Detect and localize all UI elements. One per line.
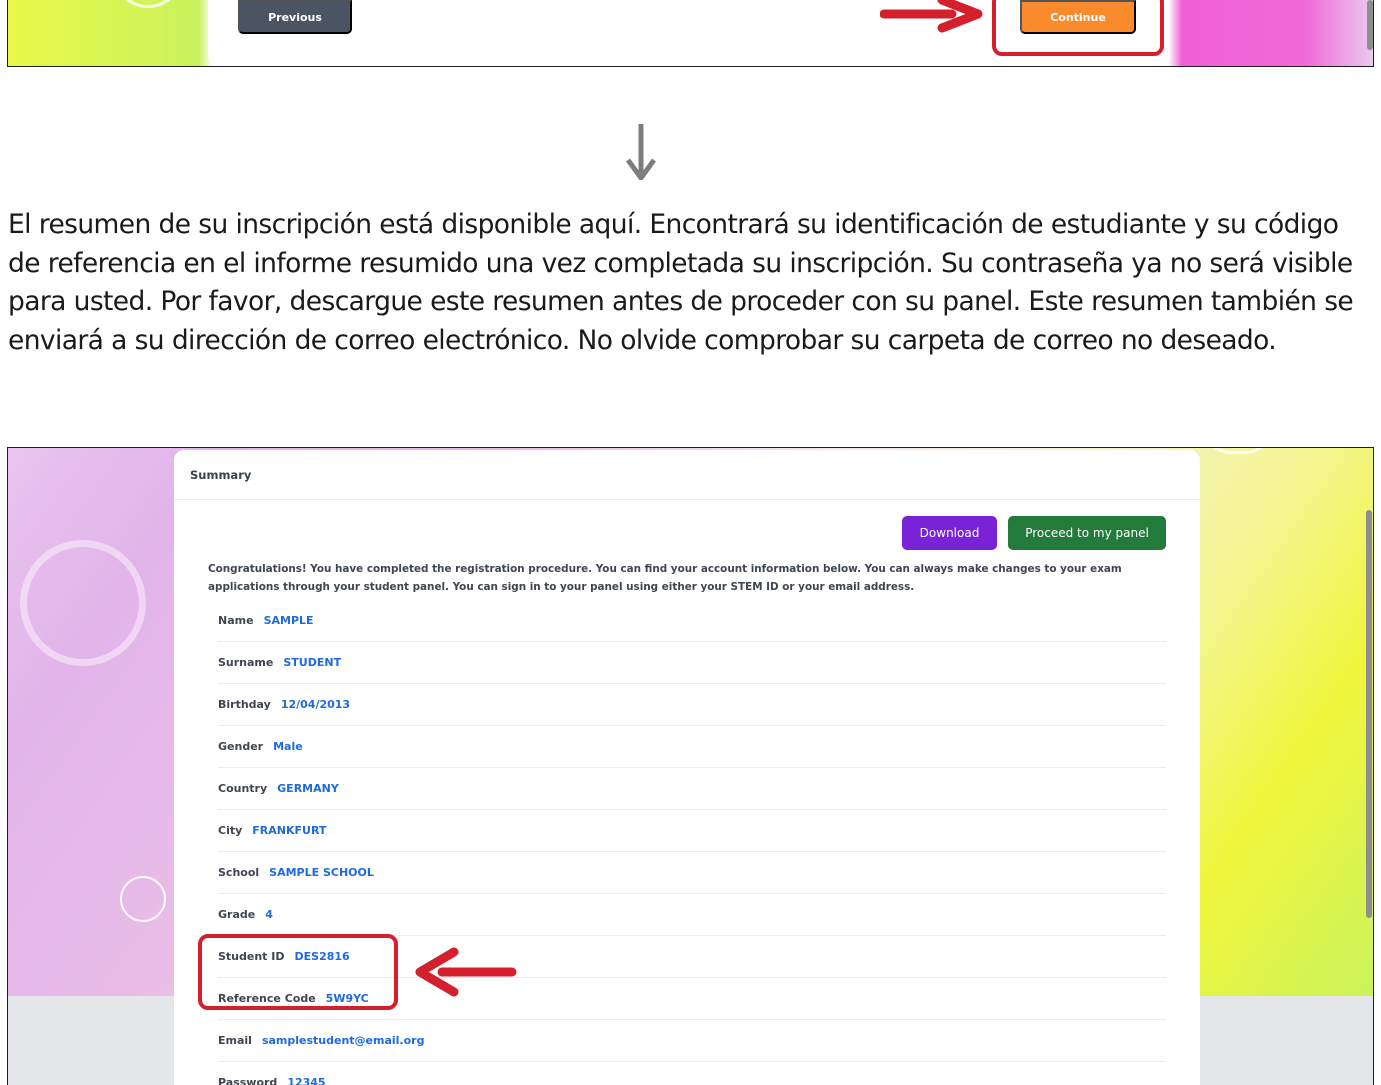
field-label: Email [218, 1034, 252, 1047]
field-label: City [218, 824, 243, 837]
field-label: Gender [218, 740, 264, 753]
field-value: GERMANY [277, 782, 339, 795]
info-row-country: Country GERMANY [218, 768, 1166, 810]
field-label: Grade [218, 908, 256, 921]
info-row-gender: Gender Male [218, 726, 1166, 768]
field-value: STUDENT [283, 656, 342, 669]
account-info-list: Name SAMPLE Surname STUDENT Birthday 12/… [218, 600, 1166, 1085]
field-value: SAMPLE SCHOOL [269, 866, 374, 879]
scrollbar[interactable] [1367, 0, 1373, 50]
info-row-email: Email samplestudent@email.org [218, 1020, 1166, 1062]
info-row-birthday: Birthday 12/04/2013 [218, 684, 1166, 726]
info-row-city: City FRANKFURT [218, 810, 1166, 852]
download-button[interactable]: Download [902, 516, 997, 550]
field-label: Password [218, 1076, 278, 1085]
info-row-surname: Surname STUDENT [218, 642, 1166, 684]
field-label: Birthday [218, 698, 271, 711]
arrow-down-icon [626, 124, 656, 180]
field-value: FRANKFURT [252, 824, 327, 837]
red-arrow-icon [880, 0, 983, 33]
field-value: samplestudent@email.org [261, 1034, 425, 1047]
instructions-paragraph: El resumen de su inscripción está dispon… [8, 209, 1354, 356]
card-header: Summary [174, 450, 1200, 500]
decorative-circle [120, 876, 166, 922]
registration-step-screenshot: Previous Continue [7, 0, 1374, 67]
info-row-grade: Grade 4 [218, 894, 1166, 936]
field-label: Surname [218, 656, 274, 669]
info-row-password: Password 12345 [218, 1062, 1166, 1085]
field-label: Name [218, 614, 254, 627]
field-value: 12345 [287, 1076, 326, 1085]
field-label: Country [218, 782, 268, 795]
field-value: Male [273, 740, 303, 753]
field-label: School [218, 866, 260, 879]
red-arrow-icon [415, 947, 517, 997]
summary-title: Summary [190, 467, 252, 482]
proceed-to-panel-button[interactable]: Proceed to my panel [1008, 516, 1166, 550]
continue-highlight-box [992, 0, 1164, 56]
field-value: 4 [265, 908, 273, 921]
info-row-school: School SAMPLE SCHOOL [218, 852, 1166, 894]
decorative-circle [113, 0, 183, 8]
previous-button[interactable]: Previous [238, 0, 352, 34]
decorative-circle [20, 540, 146, 666]
congratulations-message: Congratulations! You have completed the … [208, 563, 1122, 593]
scrollbar[interactable] [1366, 510, 1372, 918]
student-id-highlight-box [198, 934, 398, 1010]
field-value: SAMPLE [263, 614, 314, 627]
info-row-name: Name SAMPLE [218, 600, 1166, 642]
field-value: 12/04/2013 [280, 698, 351, 711]
